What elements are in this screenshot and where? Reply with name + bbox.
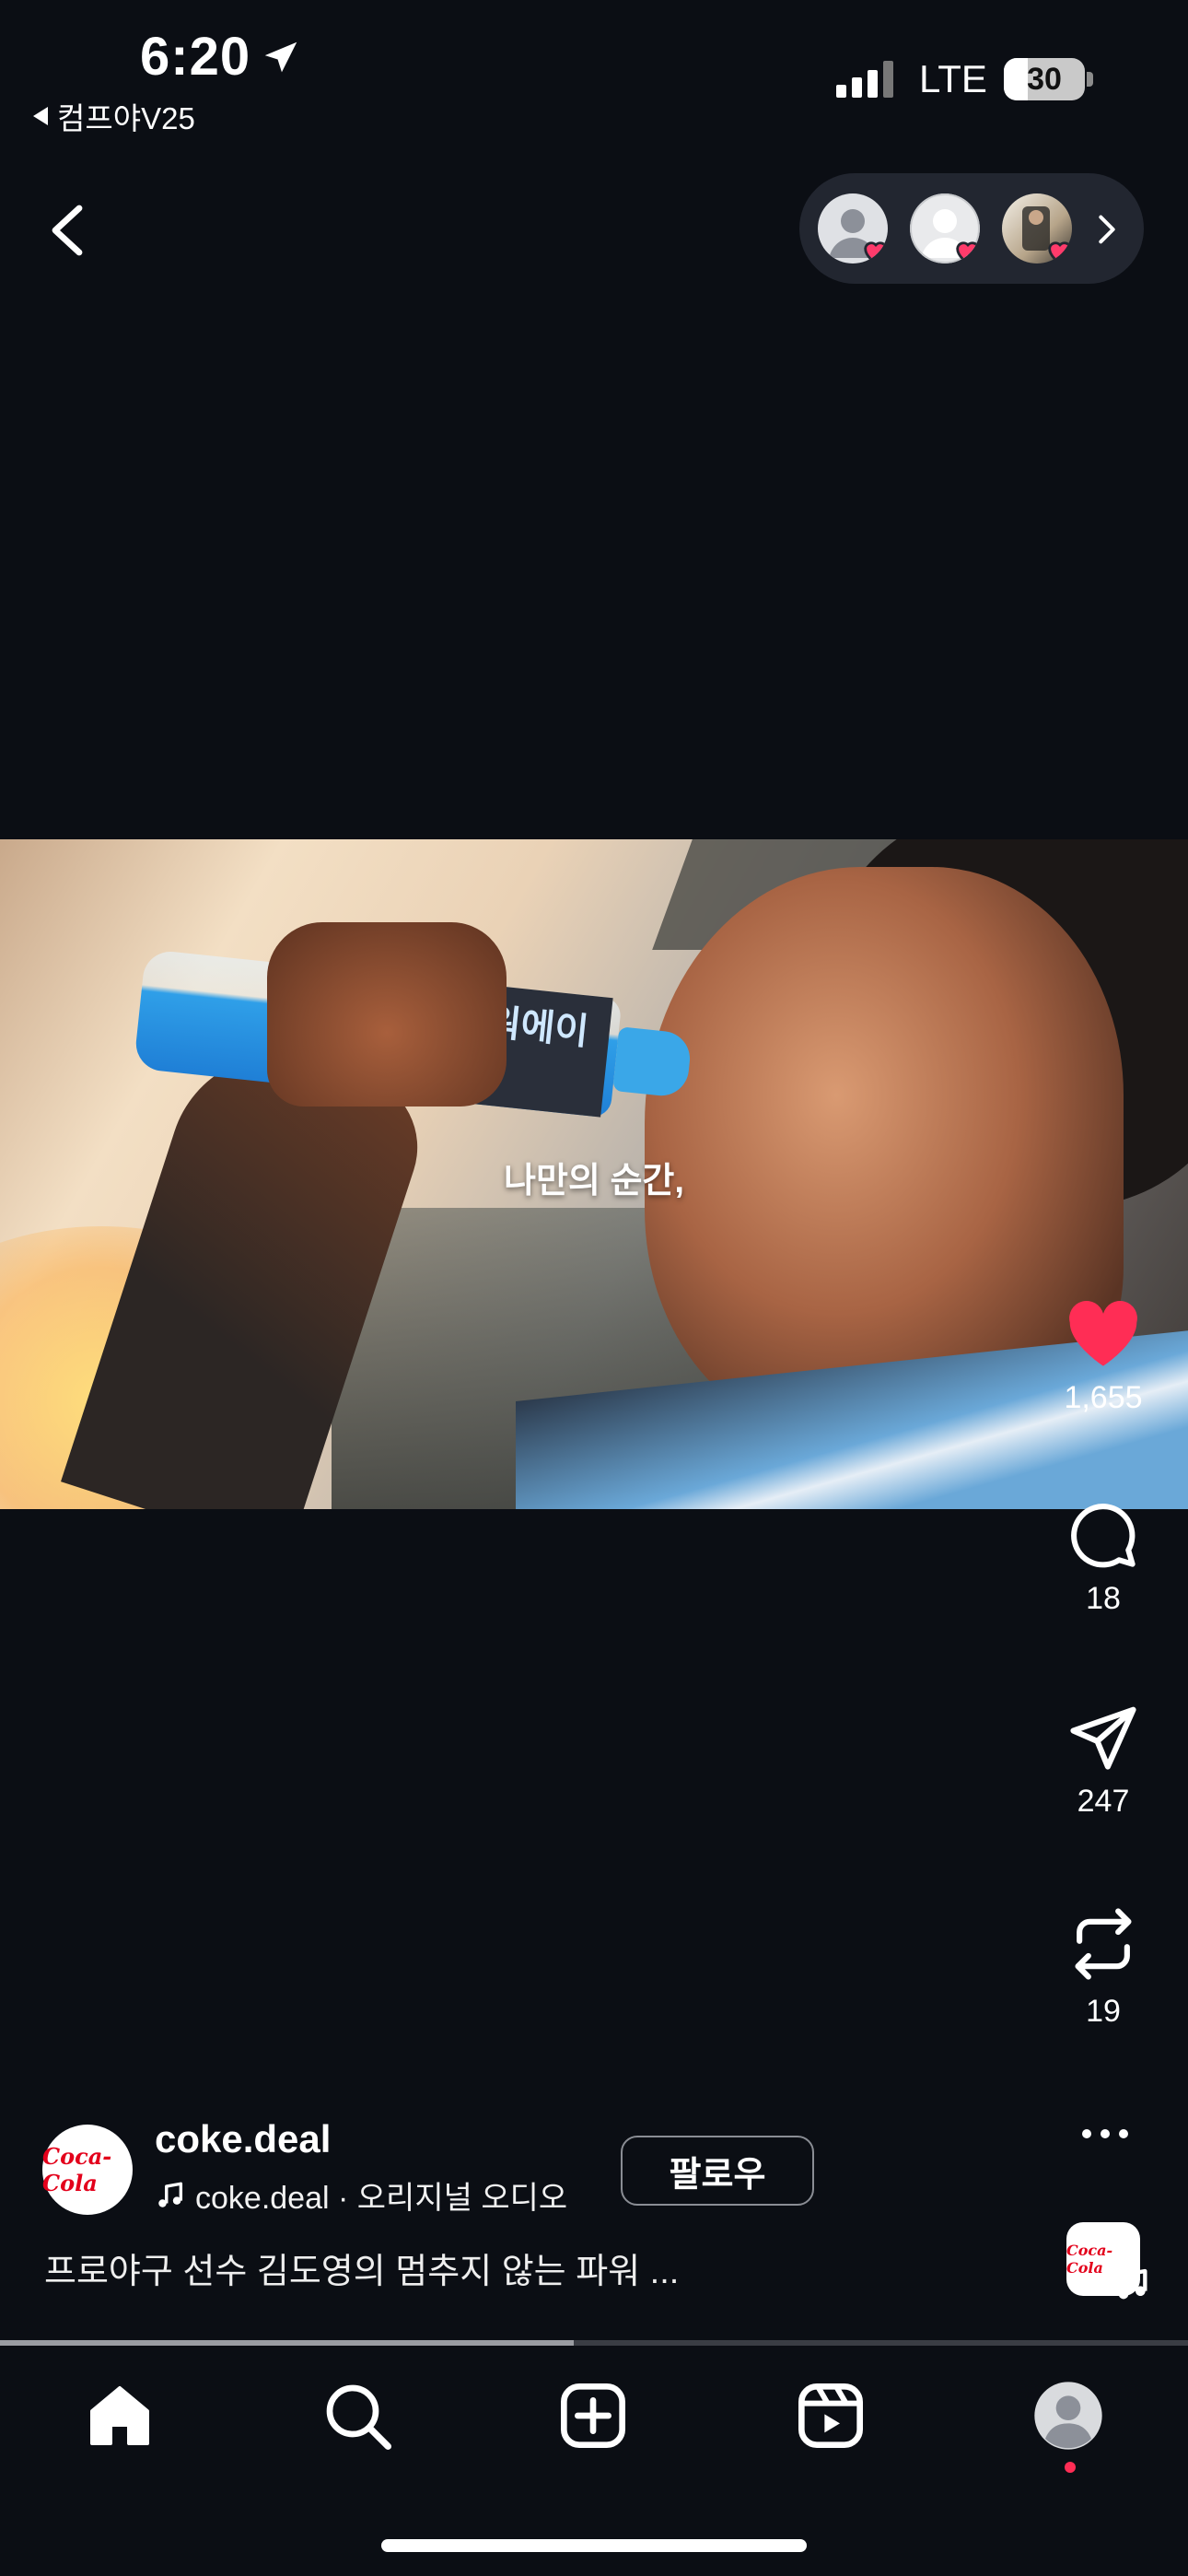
cellular-signal-icon bbox=[836, 61, 893, 98]
back-app-label: 컴프야V25 bbox=[57, 101, 195, 135]
repost-button[interactable]: 19 bbox=[1057, 1905, 1149, 2030]
video-subtitle: 나만의 순간, bbox=[504, 1162, 684, 1200]
heart-filled-icon bbox=[1069, 1300, 1137, 1366]
heart-badge-icon bbox=[956, 241, 980, 263]
music-note-icon bbox=[1118, 2268, 1147, 2300]
likers-facepile-button[interactable] bbox=[799, 173, 1144, 284]
comment-button[interactable]: 18 bbox=[1057, 1500, 1149, 1617]
profile-notification-dot bbox=[1065, 2462, 1076, 2473]
paper-plane-icon bbox=[1070, 1706, 1136, 1770]
reels-icon[interactable] bbox=[794, 2379, 868, 2453]
battery-fill bbox=[1004, 58, 1029, 100]
battery-nub bbox=[1087, 72, 1093, 87]
audio-link[interactable]: coke.deal · 오리지널 오디오 bbox=[155, 2172, 567, 2218]
comment-count: 18 bbox=[1086, 1581, 1121, 1616]
like-count: 1,655 bbox=[1064, 1380, 1143, 1415]
like-button[interactable]: 1,655 bbox=[1057, 1299, 1149, 1416]
network-type: LTE bbox=[919, 57, 987, 100]
account-avatar[interactable]: Coca-Cola bbox=[42, 2125, 133, 2215]
create-icon[interactable] bbox=[556, 2379, 630, 2453]
home-indicator[interactable] bbox=[381, 2539, 807, 2552]
liker-avatar bbox=[1002, 193, 1072, 263]
heart-badge-icon bbox=[1048, 241, 1072, 263]
back-triangle-icon bbox=[33, 107, 48, 125]
heart-badge-icon bbox=[864, 241, 888, 263]
bottle-neck bbox=[612, 1026, 693, 1099]
battery-level: 30 bbox=[1027, 61, 1062, 97]
account-username[interactable]: coke.deal bbox=[155, 2117, 331, 2161]
chevron-right-icon bbox=[1099, 215, 1115, 244]
avatar-logo: Coca-Cola bbox=[42, 2143, 112, 2196]
profile-icon[interactable] bbox=[1031, 2379, 1105, 2453]
location-arrow-icon bbox=[264, 41, 297, 73]
search-icon[interactable] bbox=[320, 2379, 394, 2453]
battery-icon: 30 bbox=[1004, 58, 1085, 100]
post-caption[interactable]: 프로야구 선수 김도영의 멈추지 않는 파워 ... bbox=[44, 2242, 679, 2293]
status-time: 6:20 bbox=[140, 27, 251, 87]
comment-icon bbox=[1071, 1504, 1136, 1568]
liker-avatar bbox=[910, 193, 980, 263]
home-icon[interactable] bbox=[83, 2379, 157, 2453]
back-to-app-link[interactable]: 컴프야V25 bbox=[33, 94, 195, 138]
athlete-hand bbox=[267, 922, 507, 1107]
playback-progress-fill bbox=[0, 2340, 575, 2346]
share-button[interactable]: 247 bbox=[1057, 1701, 1149, 1820]
follow-button[interactable]: 팔로우 bbox=[621, 2136, 814, 2206]
repost-icon bbox=[1075, 1908, 1132, 1980]
more-options-icon[interactable] bbox=[1079, 2123, 1131, 2145]
share-count: 247 bbox=[1077, 1784, 1130, 1819]
liker-avatar bbox=[818, 193, 888, 263]
repost-count: 19 bbox=[1086, 1994, 1121, 2029]
music-note-icon bbox=[158, 2182, 183, 2207]
chevron-left-icon[interactable] bbox=[46, 203, 87, 258]
audio-label: coke.deal · 오리지널 오디오 bbox=[195, 2181, 568, 2216]
